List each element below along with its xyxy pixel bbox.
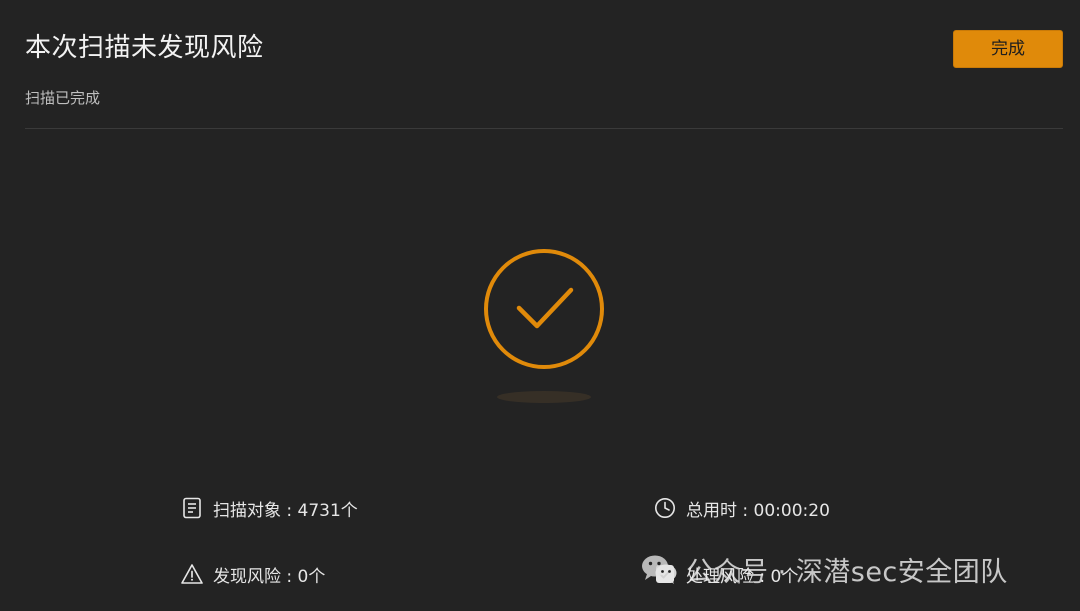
header-divider [25,128,1063,129]
stat-found-risks: 发现风险 : 0个 [181,561,325,587]
stat-found-risks-text: 发现风险 : 0个 [213,566,326,587]
clock-icon [654,497,676,519]
stat-scan-objects: 扫描对象 : 4731个 [181,495,358,521]
scan-result-page: 本次扫描未发现风险 扫描已完成 完成 扫描对象 : 4731个 总用时 : 00… [0,0,1080,611]
page-subtitle: 扫描已完成 [25,89,101,107]
stat-total-time: 总用时 : 00:00:20 [654,495,830,521]
done-button[interactable]: 完成 [953,30,1063,68]
checkmark-circle-icon [484,249,604,369]
wechat-icon [642,555,677,584]
stat-total-time-text: 总用时 : 00:00:20 [686,500,830,521]
warning-icon [181,563,203,585]
wechat-watermark: 公众号 · 深潜sec安全团队 [640,548,1008,590]
stat-scan-objects-text: 扫描对象 : 4731个 [213,500,358,521]
page-title: 本次扫描未发现风险 [25,33,264,63]
watermark-text: 公众号 · 深潜sec安全团队 [686,556,1008,588]
document-icon [181,497,203,519]
checkmark-shadow [497,391,591,403]
